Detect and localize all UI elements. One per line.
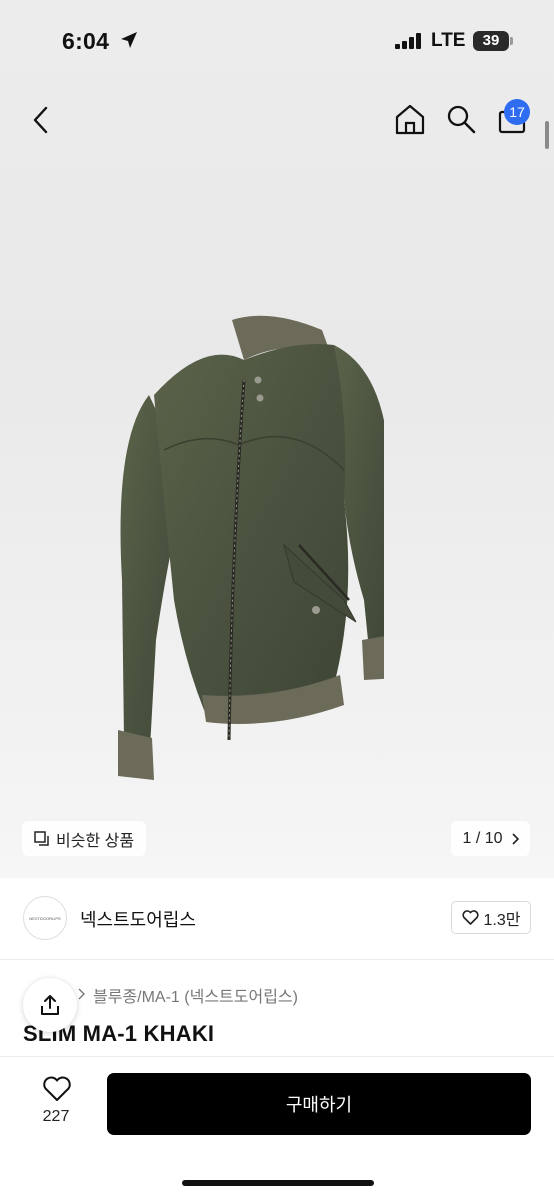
heart-icon bbox=[43, 1076, 71, 1101]
network-type: LTE bbox=[431, 30, 466, 51]
status-time: 6:04 bbox=[62, 28, 110, 54]
home-icon[interactable] bbox=[394, 103, 426, 135]
similar-products-button[interactable]: 비슷한 상품 bbox=[22, 821, 147, 856]
share-button[interactable] bbox=[23, 978, 77, 1032]
chevron-right-icon bbox=[78, 988, 85, 1000]
search-icon[interactable] bbox=[446, 104, 476, 134]
scrollbar bbox=[545, 121, 549, 149]
signal-icon bbox=[395, 33, 421, 49]
cart-count-badge: 17 bbox=[504, 99, 530, 125]
buy-button[interactable]: 구매하기 bbox=[107, 1073, 531, 1135]
shop-name[interactable]: 넥스트도어립스 bbox=[80, 906, 196, 932]
shop-like-count: 1.3만 bbox=[483, 911, 521, 929]
heart-icon bbox=[461, 910, 479, 925]
home-indicator bbox=[182, 1180, 374, 1186]
copy-icon bbox=[34, 830, 49, 846]
back-arrow-icon[interactable] bbox=[28, 104, 54, 136]
shop-logo[interactable]: NEXTDOORLIPS bbox=[23, 896, 67, 940]
category-breadcrumb[interactable]: 블루종/MA-1 (넥스트도어립스) bbox=[93, 983, 298, 1007]
battery-icon: 39 bbox=[473, 31, 509, 51]
image-pager[interactable]: 1 / 10 bbox=[451, 821, 530, 856]
location-arrow-icon bbox=[121, 32, 137, 48]
product-photo-jacket bbox=[118, 315, 384, 780]
battery-tip bbox=[510, 37, 513, 45]
image-pager-text: 1 / 10 bbox=[462, 829, 503, 847]
similar-products-label: 비슷한 상품 bbox=[56, 832, 135, 850]
chevron-right-icon bbox=[511, 832, 519, 845]
shop-like-button[interactable]: 1.3만 bbox=[451, 901, 531, 934]
share-icon bbox=[41, 995, 59, 1015]
wishlist-button[interactable] bbox=[34, 1076, 80, 1107]
wishlist-count: 227 bbox=[42, 1108, 70, 1125]
status-bar: 6:04 LTE 39 bbox=[0, 0, 554, 80]
